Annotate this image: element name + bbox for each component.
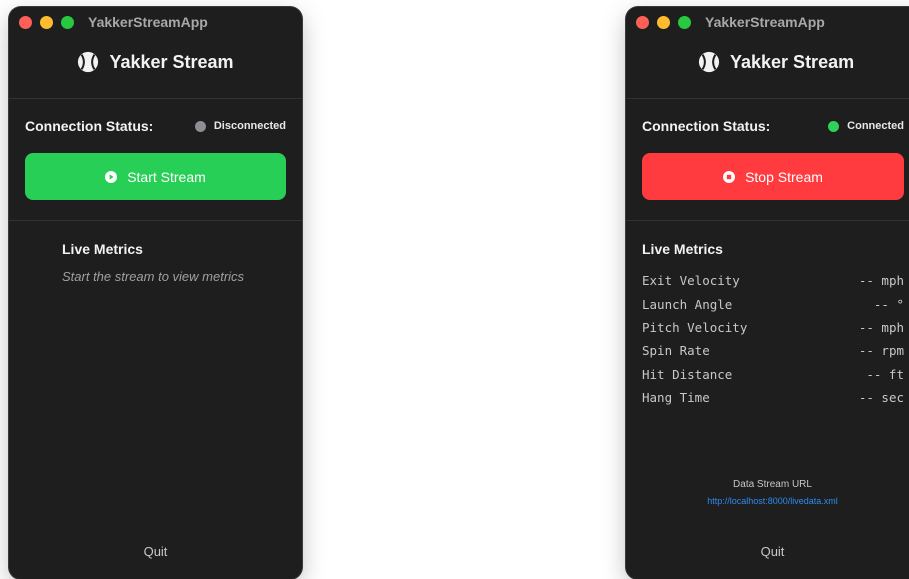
window-title: YakkerStreamApp [705,14,825,30]
live-metrics-title: Live Metrics [62,241,143,257]
metric-value: -- mph [858,273,904,289]
status-indicator: Connected [828,120,904,132]
app-name: Yakker Stream [109,51,234,72]
metric-value: -- rpm [858,343,904,359]
status-text: Connected [847,120,904,132]
metric-row-pitch-velocity: Pitch Velocity -- mph [642,316,904,339]
stop-stream-button[interactable]: Stop Stream [642,153,904,200]
metric-name: Pitch Velocity [642,319,748,335]
metric-value: -- mph [858,319,904,335]
minimize-window-button[interactable] [40,15,53,29]
metric-row-launch-angle: Launch Angle -- ° [642,292,904,315]
metric-name: Spin Rate [642,343,710,359]
metric-row-exit-velocity: Exit Velocity -- mph [642,269,904,292]
connection-status-label: Connection Status: [642,118,771,134]
close-window-button[interactable] [19,15,32,29]
traffic-lights [636,15,691,29]
metrics-list: Exit Velocity -- mph Launch Angle -- ° P… [642,269,904,409]
metric-name: Exit Velocity [642,273,740,289]
data-stream-url-label: Data Stream URL [733,479,812,490]
status-dot-icon [194,120,206,132]
metric-row-spin-rate: Spin Rate -- rpm [642,339,904,362]
zoom-window-button[interactable] [678,15,691,29]
quit-button[interactable]: Quit [626,544,909,559]
status-indicator: Disconnected [194,120,286,132]
metric-row-hit-distance: Hit Distance -- ft [642,363,904,386]
window-title: YakkerStreamApp [88,14,208,30]
data-stream-url-link[interactable]: http://localhost:8000/livedata.xml [626,496,909,506]
baseball-icon [698,51,720,73]
play-circle-icon [105,170,118,183]
stop-stream-label: Stop Stream [745,168,823,185]
quit-button[interactable]: Quit [9,544,302,559]
app-name: Yakker Stream [730,51,855,72]
status-text: Disconnected [213,120,286,132]
metric-value: -- sec [858,390,904,406]
start-stream-label: Start Stream [127,168,206,185]
app-header: Yakker Stream [9,51,302,73]
stop-circle-icon [723,170,736,183]
metric-row-hang-time: Hang Time -- sec [642,386,904,409]
close-window-button[interactable] [636,15,649,29]
status-dot-icon [828,120,840,132]
connection-status-row: Connection Status: Disconnected [25,118,286,134]
metric-name: Hang Time [642,390,710,406]
start-stream-button[interactable]: Start Stream [25,153,286,200]
divider [9,98,302,99]
app-window-connected: YakkerStreamApp Yakker Stream Connection… [626,7,909,579]
metric-value: -- ft [866,366,904,382]
metric-name: Hit Distance [642,366,733,382]
live-metrics-title: Live Metrics [642,241,723,257]
connection-status-row: Connection Status: Connected [642,118,904,134]
minimize-window-button[interactable] [657,15,670,29]
zoom-window-button[interactable] [61,15,74,29]
metrics-placeholder-text: Start the stream to view metrics [62,269,245,284]
traffic-lights [19,15,74,29]
divider [626,220,909,221]
app-window-disconnected: YakkerStreamApp Yakker Stream Connection… [9,7,302,579]
title-bar[interactable]: YakkerStreamApp [9,7,302,37]
metric-name: Launch Angle [642,296,733,312]
metric-value: -- ° [873,296,904,312]
connection-status-label: Connection Status: [25,118,154,134]
baseball-icon [78,51,99,73]
app-header: Yakker Stream [626,51,909,73]
title-bar[interactable]: YakkerStreamApp [626,7,909,37]
divider [626,98,909,99]
divider [9,220,302,221]
